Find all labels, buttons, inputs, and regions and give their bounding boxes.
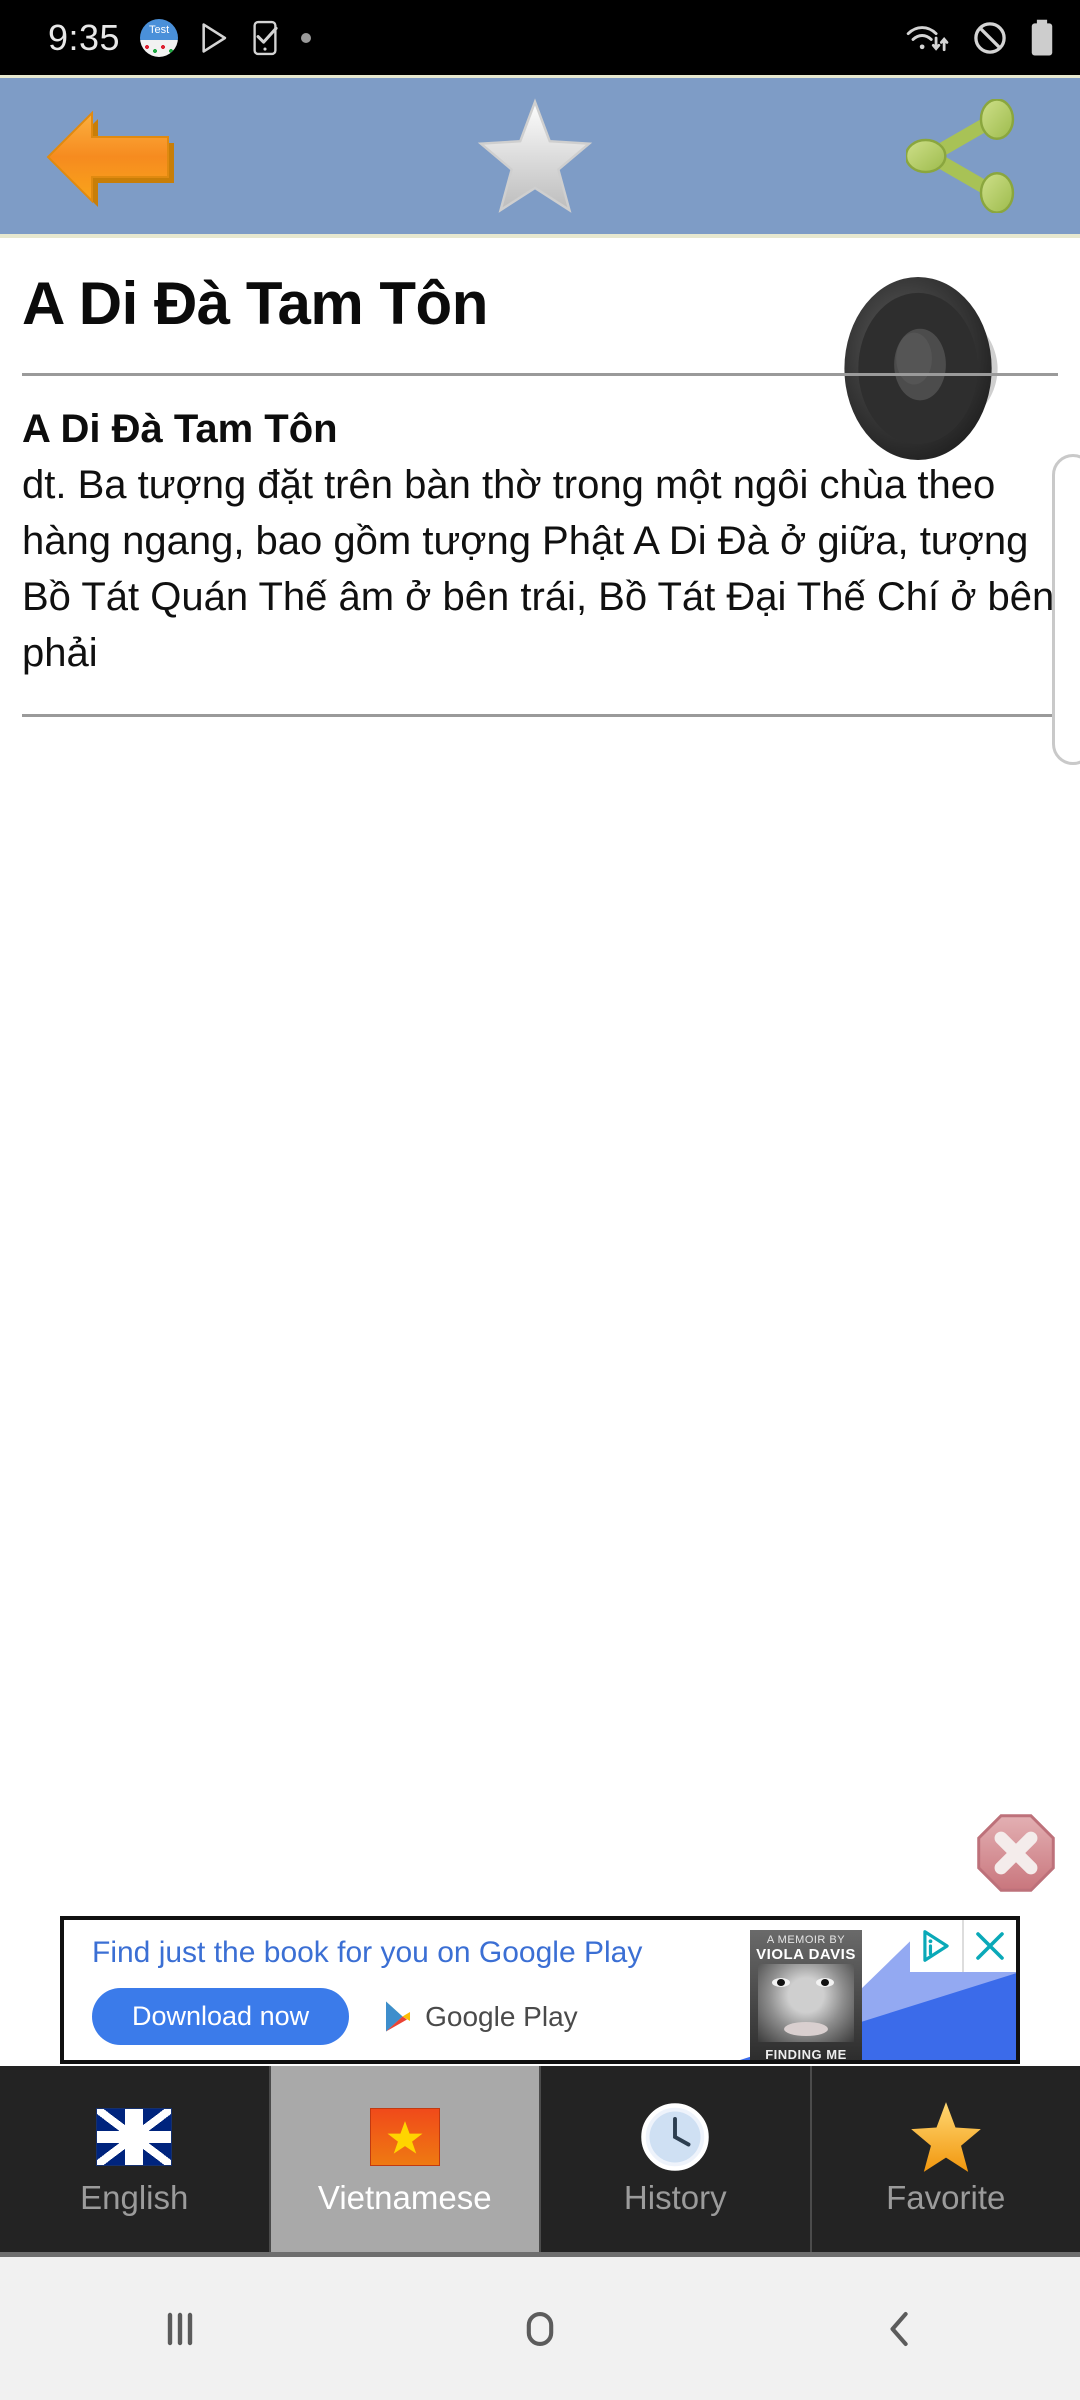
status-bar-left: 9:35 xyxy=(48,17,314,59)
app-screen: 9:35 Test A Di Đà Tam Tôn A Di Đà Tam Tô… xyxy=(0,0,1080,2400)
ad-brand-label: Google Play xyxy=(425,2000,578,2032)
divider-top xyxy=(22,373,1058,376)
google-play-icon xyxy=(386,2001,411,2032)
uk-flag-icon xyxy=(92,2101,176,2173)
ad-book-cover: A MEMOIR BY VIOLA DAVIS FINDING ME xyxy=(750,1930,862,2060)
tab-favorite-label: Favorite xyxy=(886,2179,1006,2216)
star-icon xyxy=(904,2101,988,2173)
ad-book-top-text: A MEMOIR BY xyxy=(766,1934,846,1946)
recents-button[interactable] xyxy=(80,2257,280,2400)
ad-content: Find just the book for you on Google Pla… xyxy=(64,1920,716,2060)
tab-vietnamese-label: Vietnamese xyxy=(317,2179,492,2216)
ad-creative: A MEMOIR BY VIOLA DAVIS FINDING ME xyxy=(716,1920,1016,2060)
back-arrow-icon xyxy=(46,110,174,207)
home-icon xyxy=(526,2311,554,2346)
favorite-toggle-button[interactable] xyxy=(220,78,850,234)
tab-history-label: History xyxy=(623,2179,727,2216)
ad-banner[interactable]: Find just the book for you on Google Pla… xyxy=(60,1916,1020,2064)
ad-actions: Download now Google Play xyxy=(92,1988,716,2045)
entry-headword: A Di Đà Tam Tôn xyxy=(22,407,338,451)
tab-english[interactable]: English xyxy=(0,2066,271,2252)
adchoices-icon[interactable] xyxy=(910,1920,962,1972)
entry-definition: dt. Ba tượng đặt trên bàn thờ trong một … xyxy=(22,463,1055,675)
status-bar: 9:35 xyxy=(0,0,1080,75)
android-nav-bar xyxy=(0,2252,1080,2400)
phone-check-icon xyxy=(253,20,278,55)
home-button[interactable] xyxy=(440,2257,640,2400)
tab-vietnamese[interactable]: Vietnamese xyxy=(270,2066,541,2252)
side-scroll-panel[interactable] xyxy=(1052,454,1080,765)
star-icon xyxy=(477,98,593,213)
ad-headline: Find just the book for you on Google Pla… xyxy=(92,1936,643,1969)
ad-download-button[interactable]: Download now xyxy=(92,1988,350,2045)
app-toolbar xyxy=(0,75,1080,238)
ad-close-x-icon[interactable] xyxy=(964,1920,1016,1972)
ad-book-title: FINDING ME xyxy=(765,2047,847,2060)
share-button[interactable] xyxy=(850,78,1080,234)
divider-bottom xyxy=(22,714,1058,717)
share-icon xyxy=(906,99,1015,213)
back-button[interactable] xyxy=(800,2257,1000,2400)
entry-title: A Di Đà Tam Tôn xyxy=(22,270,488,337)
test-app-icon xyxy=(140,18,179,57)
wifi-transfer-icon xyxy=(906,25,949,51)
tab-history[interactable]: History xyxy=(541,2066,812,2252)
back-button[interactable] xyxy=(0,78,220,234)
ad-book-author: VIOLA DAVIS xyxy=(756,1946,856,1963)
vietnam-flag-icon xyxy=(363,2101,447,2173)
ad-brand: Google Play xyxy=(383,2000,578,2033)
clock-icon xyxy=(633,2101,717,2173)
ad-controls xyxy=(910,1920,1016,1972)
play-store-icon xyxy=(202,22,227,53)
do-not-disturb-icon xyxy=(974,21,1006,54)
dot-icon xyxy=(301,32,312,43)
status-bar-right xyxy=(906,19,1054,57)
recents-icon xyxy=(167,2312,193,2345)
back-chevron-icon xyxy=(890,2311,908,2346)
battery-icon xyxy=(1031,19,1053,56)
bottom-tab-bar: English Vietnamese History Favorite xyxy=(0,2066,1080,2252)
tab-favorite[interactable]: Favorite xyxy=(811,2066,1080,2252)
status-bar-clock: 9:35 xyxy=(48,16,121,58)
ad-close-button[interactable] xyxy=(975,1812,1057,1894)
speaker-icon[interactable] xyxy=(838,271,1010,466)
tab-english-label: English xyxy=(80,2179,189,2216)
